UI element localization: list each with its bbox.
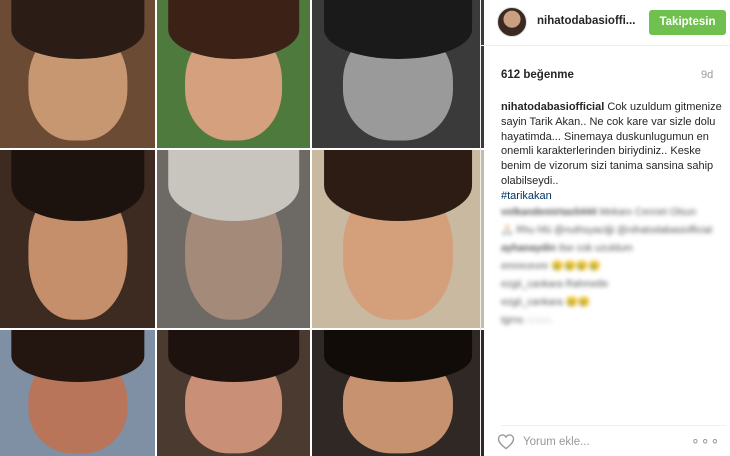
comment-item: tgrns ∴∴∴∴ bbox=[501, 314, 726, 328]
comment-text: ezgii_cankara Rahmetle bbox=[501, 279, 609, 290]
post-caption: nihatodabasiofficial Cok uzuldum gitmeni… bbox=[501, 100, 726, 204]
portrait-hair bbox=[10, 150, 145, 222]
caption-text: Cok uzuldum gitmenize sayin Tarik Akan..… bbox=[501, 101, 722, 187]
comment-input[interactable] bbox=[523, 432, 673, 452]
collage-photo bbox=[157, 150, 310, 328]
avatar[interactable] bbox=[497, 7, 527, 37]
collage-photo bbox=[312, 330, 484, 456]
portrait-hair bbox=[10, 330, 145, 382]
username-link[interactable]: nihatodabasioffi... bbox=[537, 15, 635, 27]
collage-photo bbox=[157, 330, 310, 456]
collage-photo bbox=[0, 150, 155, 328]
comment-item: volkandemirtas5444 Mekanı Cennet Olsun bbox=[501, 206, 726, 220]
comment-item: ayhanaydin ilse cok uzuldum bbox=[501, 242, 726, 256]
comment-text: 🙏🏻 Rhu hfü @nuthsyaciği bbox=[501, 225, 615, 236]
portrait-hair bbox=[167, 150, 300, 222]
comments-list: volkandemirtas5444 Mekanı Cennet Olsun 🙏… bbox=[501, 206, 726, 332]
comment-item: 🙏🏻 Rhu hfü @nuthsyaciği @nihatodabasioff… bbox=[501, 224, 726, 238]
collage-photo bbox=[312, 150, 484, 328]
comment-item: ezgii_cankara Rahmetle bbox=[501, 278, 726, 292]
comment-username[interactable]: volkandemirtas5444 bbox=[501, 207, 597, 218]
post-age: 9d bbox=[701, 69, 714, 81]
follow-button[interactable]: Takiptesin bbox=[649, 10, 726, 35]
comment-text: ezgii_cankara 😢😢 bbox=[501, 297, 591, 308]
caption-username[interactable]: nihatodabasiofficial bbox=[501, 101, 604, 113]
more-options-icon[interactable]: ∘∘∘ bbox=[691, 433, 719, 449]
portrait-hair bbox=[10, 0, 145, 60]
portrait-hair bbox=[167, 330, 300, 382]
comment-text: ilse cok uzuldum bbox=[558, 243, 633, 254]
collage-photo bbox=[0, 0, 155, 148]
comment-text: Mekanı Cennet Olsun bbox=[599, 207, 697, 218]
collage-photo bbox=[157, 0, 310, 148]
likes-count[interactable]: 612 beğenme bbox=[501, 69, 574, 81]
collage-photo bbox=[312, 0, 484, 148]
comment-text: tgrns ∴∴∴∴ bbox=[501, 315, 552, 326]
heart-icon[interactable] bbox=[497, 433, 515, 450]
comment-item: emrecevre 😢😢😢😢 bbox=[501, 260, 726, 274]
comment-text: @nihatodabasiofficial bbox=[617, 225, 713, 236]
photo-collage[interactable] bbox=[0, 0, 484, 456]
footer-divider bbox=[501, 425, 726, 426]
caption-hashtag[interactable]: #tarikakan bbox=[501, 189, 726, 204]
collage-photo bbox=[0, 330, 155, 456]
portrait-hair bbox=[167, 0, 300, 60]
portrait-hair bbox=[324, 150, 472, 222]
portrait-hair bbox=[324, 0, 472, 60]
comment-text: emrecevre 😢😢😢😢 bbox=[501, 261, 601, 272]
portrait-hair bbox=[324, 330, 472, 382]
post-header: nihatodabasioffi... Takiptesin bbox=[481, 0, 730, 46]
post-side-panel: nihatodabasioffi... Takiptesin 612 beğen… bbox=[480, 0, 730, 456]
comment-username[interactable]: ayhanaydin bbox=[501, 243, 556, 254]
comment-item: ezgii_cankara 😢😢 bbox=[501, 296, 726, 310]
